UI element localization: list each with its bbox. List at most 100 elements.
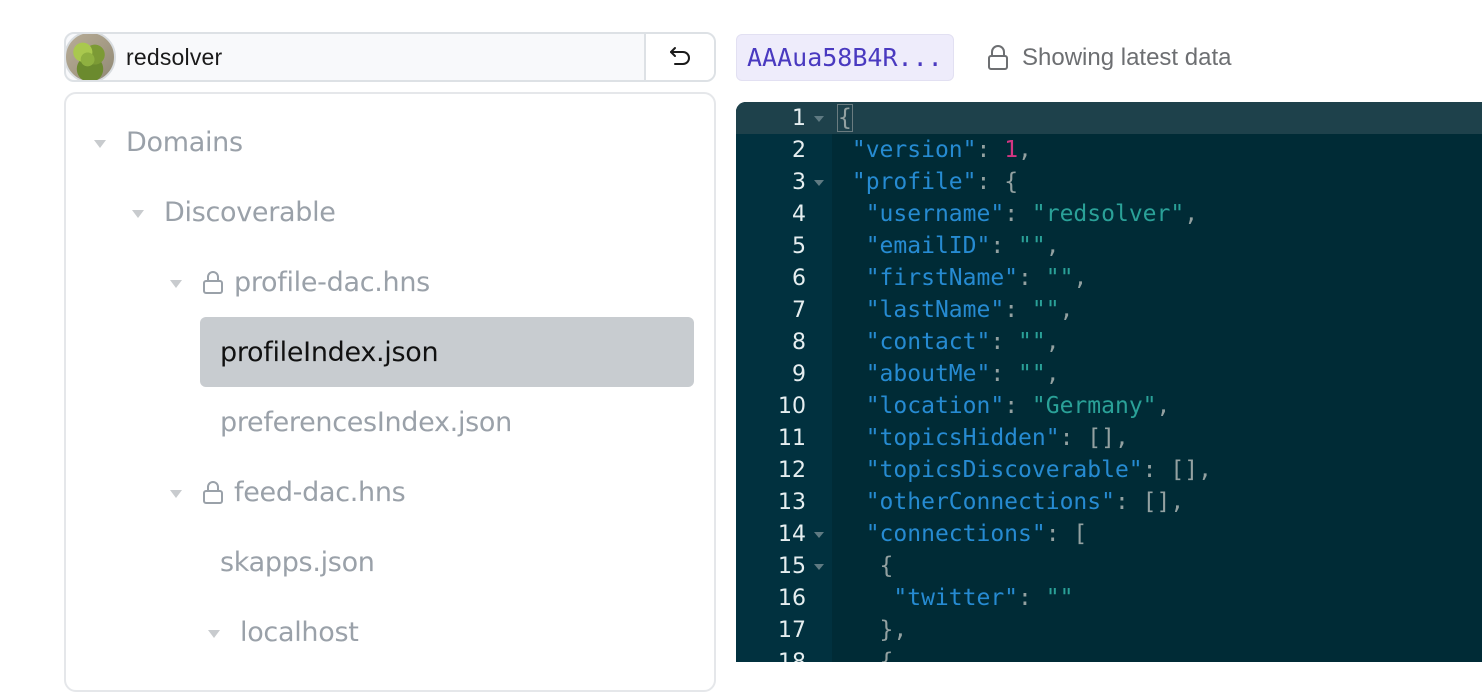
lock-icon (988, 45, 1008, 70)
tree-item[interactable]: profileIndex.json (200, 317, 694, 387)
account-selector[interactable]: redsolver (64, 32, 716, 82)
tree-item[interactable]: Discoverable (132, 177, 336, 247)
code-token: , (1156, 393, 1171, 419)
line-number: 2 (792, 137, 806, 163)
code-token: { (879, 553, 894, 579)
code-token: "" (1031, 297, 1060, 323)
code-token: , (1045, 233, 1060, 259)
code-line[interactable]: 18 { (736, 646, 1482, 662)
line-number: 7 (792, 297, 806, 323)
code-token: "Germany" (1031, 393, 1157, 419)
tree-item-label: Discoverable (164, 196, 336, 228)
code-token: "username" (865, 201, 1005, 227)
fold-arrow-icon[interactable] (814, 532, 824, 538)
code-line[interactable]: 5 "emailID": "", (736, 230, 1482, 262)
code-line[interactable]: 2 "version": 1, (736, 134, 1482, 166)
code-token: "redsolver" (1031, 201, 1185, 227)
code-token: "" (1045, 265, 1074, 291)
tree-item[interactable]: localhost (208, 597, 359, 667)
line-number-cell: 18 (736, 646, 832, 663)
expand-caret-icon[interactable] (132, 210, 144, 218)
lock-icon (202, 479, 224, 505)
code-token: , (893, 617, 908, 643)
code-token: : (1114, 489, 1143, 515)
code-line[interactable]: 10 "location": "Germany", (736, 390, 1482, 422)
code-line[interactable]: 11 "topicsHidden": [], (736, 422, 1482, 454)
tree-item[interactable]: Domains (94, 107, 243, 177)
expand-caret-icon[interactable] (94, 140, 106, 148)
tree-item-label: profile-dac.hns (234, 266, 430, 298)
code-token: : (1004, 297, 1032, 323)
code-token: "" (1045, 585, 1074, 611)
tree-item-label: profileIndex.json (220, 336, 439, 368)
code-token: "" (1018, 361, 1046, 387)
code-token: 1 (1004, 137, 1019, 163)
line-number: 10 (778, 393, 806, 419)
line-number-cell: 11 (736, 422, 832, 454)
code-text: "emailID": "", (832, 233, 1060, 259)
line-number-cell: 17 (736, 614, 832, 646)
code-line[interactable]: 7 "lastName": "", (736, 294, 1482, 326)
code-token: "" (1018, 233, 1046, 259)
line-number: 16 (778, 585, 806, 611)
code-token: { (879, 649, 894, 662)
expand-caret-icon[interactable] (208, 630, 220, 638)
tree-item-label: skapps.json (220, 546, 375, 578)
code-token: , (1198, 457, 1212, 483)
code-line[interactable]: 13 "otherConnections": [], (736, 486, 1482, 518)
line-number-cell: 14 (736, 518, 832, 550)
code-token: [] (1087, 425, 1115, 451)
code-token: : (1018, 585, 1046, 611)
code-text: "location": "Germany", (832, 393, 1171, 419)
expand-caret-icon[interactable] (170, 490, 182, 498)
line-number: 5 (792, 233, 806, 259)
code-token: : (990, 329, 1019, 355)
code-line[interactable]: 12 "topicsDiscoverable": [], (736, 454, 1482, 486)
json-editor[interactable]: 1{2 "version": 1, 3 "profile": {4 "userna… (736, 102, 1482, 662)
code-text: "contact": "", (832, 329, 1060, 355)
code-line[interactable]: 16 "twitter": "" (736, 582, 1482, 614)
file-tree: Domains Discoverable profile-dac.hns profil… (64, 92, 716, 692)
code-line[interactable]: 9 "aboutMe": "", (736, 358, 1482, 390)
revert-button[interactable] (644, 34, 714, 80)
code-token: : (1004, 201, 1032, 227)
code-line[interactable]: 1{ (736, 102, 1482, 134)
line-number-cell: 5 (736, 230, 832, 262)
expand-caret-icon[interactable] (170, 280, 182, 288)
tree-item-label: preferencesIndex.json (220, 406, 512, 438)
code-text: { (832, 104, 853, 132)
code-token: : (976, 169, 1005, 195)
line-number: 13 (778, 489, 806, 515)
code-line[interactable]: 14 "connections": [ (736, 518, 1482, 550)
fold-arrow-icon[interactable] (814, 116, 824, 122)
code-line[interactable]: 6 "firstName": "", (736, 262, 1482, 294)
line-number: 11 (778, 425, 806, 451)
code-line[interactable]: 15 { (736, 550, 1482, 582)
code-token: , (1073, 265, 1088, 291)
skylink-badge[interactable]: AAAua58B4R... (736, 34, 954, 81)
code-text: "topicsDiscoverable": [], (832, 457, 1212, 483)
code-token: : (990, 233, 1019, 259)
fold-arrow-icon[interactable] (814, 564, 824, 570)
code-token: [] (1142, 489, 1171, 515)
code-line[interactable]: 4 "username": "redsolver", (736, 198, 1482, 230)
code-line[interactable]: 17 }, (736, 614, 1482, 646)
line-number-cell: 16 (736, 582, 832, 614)
code-token: "emailID" (865, 233, 991, 259)
code-line[interactable]: 8 "contact": "", (736, 326, 1482, 358)
code-token: "profile" (851, 169, 977, 195)
code-token: "" (1018, 329, 1046, 355)
code-token: : (1045, 521, 1074, 547)
tree-item[interactable]: skapps.json (220, 527, 375, 597)
code-token: "lastName" (865, 297, 1005, 323)
code-line[interactable]: 3 "profile": { (736, 166, 1482, 198)
tree-item[interactable]: preferencesIndex.json (220, 387, 512, 457)
code-token: [ (1073, 521, 1088, 547)
undo-arrow-icon (670, 47, 690, 65)
code-text: { (832, 553, 894, 579)
tree-item[interactable]: feed-dac.hns (170, 457, 406, 527)
fold-arrow-icon[interactable] (814, 180, 824, 186)
line-number: 4 (792, 201, 806, 227)
tree-item[interactable]: profile-dac.hns (170, 247, 430, 317)
code-token: : (1142, 457, 1171, 483)
